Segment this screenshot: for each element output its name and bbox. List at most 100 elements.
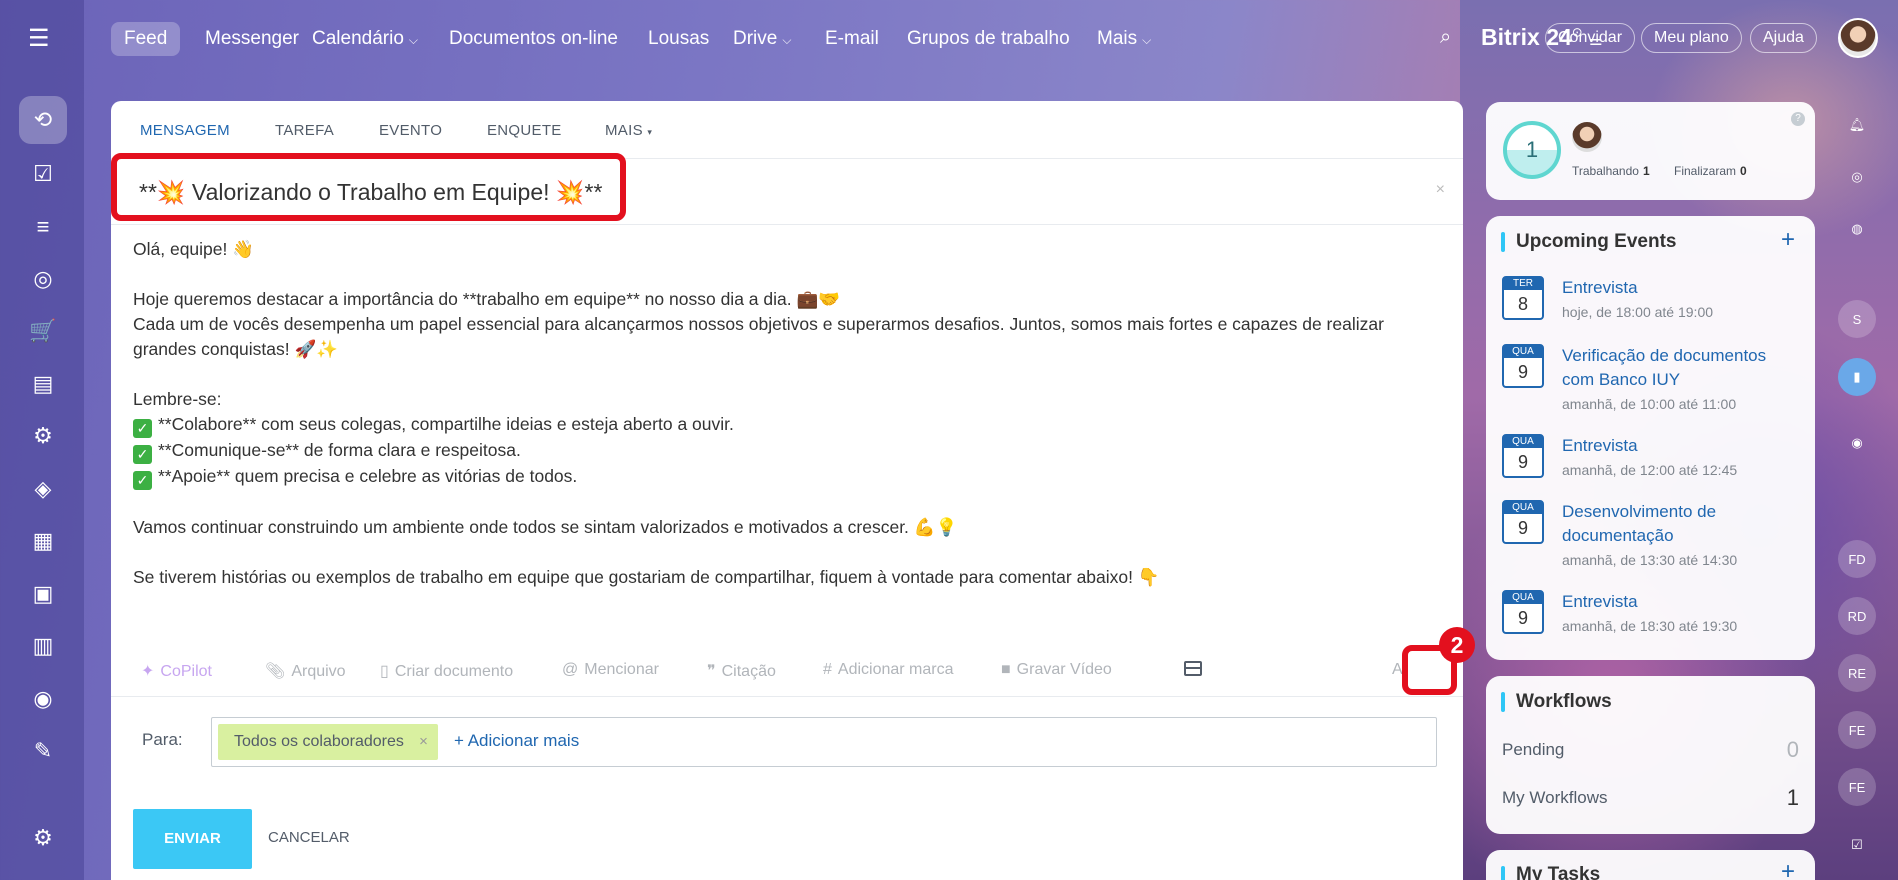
tab-more[interactable]: MAIS ▾ [605,122,652,139]
send-button[interactable]: ENVIAR [133,809,252,869]
nav-workgroups[interactable]: Grupos de trabalho [894,22,1083,56]
recipient-chip[interactable]: Todos os colaboradores × [218,724,438,760]
event-name[interactable]: Entrevista [1562,590,1802,614]
to-label: Para: [142,730,183,749]
settings-icon[interactable]: ⚙ [19,814,67,862]
nav-more[interactable]: Mais ⌵ [1084,22,1164,56]
event-name[interactable]: Verificação de documentos com Banco IUY [1562,344,1802,392]
contact-card-icon[interactable]: ▤ [19,360,67,408]
remove-icon[interactable]: × [419,724,428,760]
add-task-icon[interactable]: + [1781,858,1795,880]
create-document-button[interactable]: ▯ Criar documento [380,661,513,681]
copilot-button[interactable]: ✦ CoPilot [141,661,212,681]
calendar-date-icon: QUA 9 [1502,344,1544,388]
checklist-icon[interactable]: ☑ [1838,826,1876,864]
event-time: hoje, de 18:00 até 19:00 [1562,304,1714,320]
tasks-icon[interactable]: ☑ [19,150,67,198]
checklist-item: ✓ **Comunique-se** de forma clara e respe… [133,438,1443,464]
contact-avatar[interactable]: S [1838,300,1876,338]
contact-avatar[interactable]: RD [1838,597,1876,635]
event-time: amanhã, de 13:30 até 14:30 [1562,552,1738,568]
contact-avatar[interactable]: FE [1838,768,1876,806]
add-recipients-link[interactable]: + Adicionar mais [454,731,579,751]
document-sign-icon[interactable]: ✎ [19,727,67,775]
feed-icon[interactable]: ⟲ [19,96,67,144]
nav-calendar[interactable]: Calendário ⌵ [299,22,431,56]
pending-workflows-row[interactable]: Pending 0 [1502,737,1799,762]
quote-button[interactable]: ❞ Citação [707,661,776,681]
event-name[interactable]: Entrevista [1562,276,1802,300]
contact-avatar[interactable]: FE [1838,711,1876,749]
crm-funnel-icon[interactable]: ≡ [19,203,67,251]
toggle-panel-icon[interactable] [1184,661,1202,676]
cart-icon[interactable]: 🛒 [19,307,67,355]
target-icon[interactable]: ◎ [19,255,67,303]
contact-avatar[interactable]: RE [1838,654,1876,692]
tab-task[interactable]: TAREFA [275,122,334,139]
group-chat-icon[interactable]: ◉ [1838,424,1876,462]
chevron-down-icon: ⌵ [1142,33,1152,47]
avatar[interactable] [1572,122,1602,152]
event-name[interactable]: Desenvolvimento de documentação [1562,500,1802,548]
my-workflows-row[interactable]: My Workflows 1 [1502,785,1799,810]
copilot-icon[interactable]: ◎ [1838,158,1876,196]
message-body[interactable]: Olá, equipe! 👋 Hoje queremos destacar a … [133,237,1443,590]
section-accent [1501,232,1505,252]
warehouse-icon[interactable]: ▦ [19,517,67,565]
at-icon: @ [562,661,579,678]
box-icon[interactable]: ◈ [19,465,67,513]
help-button[interactable]: Ajuda [1750,23,1817,53]
nav-email[interactable]: E-mail [812,22,892,56]
nav-feed[interactable]: Feed [111,22,181,56]
robot-icon[interactable]: ⚙ [19,412,67,460]
checklist-item: ✓ **Apoie** quem precisa e celebre as vit… [133,464,1443,490]
close-icon[interactable]: × [1436,181,1445,199]
step-number-badge: 2 [1439,627,1475,663]
add-event-icon[interactable]: + [1781,226,1795,254]
checklist-item: ✓ **Colabore** com seus colegas, comparti… [133,412,1443,438]
tab-event[interactable]: EVENTO [379,122,442,139]
editor-toolbar: ✦ CoPilot 📎︎ Arquivo ▯ Criar documento @ Men… [111,639,1463,697]
cancel-button[interactable]: CANCELAR [268,829,350,846]
nav-messenger[interactable]: Messenger [192,22,312,56]
nav-online-documents[interactable]: Documentos on-line [436,22,631,56]
tab-message[interactable]: MENSAGEM [140,122,230,139]
mention-button[interactable]: @ Mencionar [562,661,659,679]
bell-icon[interactable]: 🔔︎ [1838,106,1876,144]
tab-poll[interactable]: ENQUETE [487,122,562,139]
sites-icon[interactable]: ◉ [19,675,67,723]
composer-tabs: MENSAGEM TAREFA EVENTO ENQUETE MAIS ▾ [111,101,1463,159]
record-video-button[interactable]: ■ Gravar Vídeo [1001,661,1112,679]
user-avatar[interactable] [1838,18,1878,58]
body-line: Cada um de vocês desempenha um papel ess… [133,314,1389,359]
body-line: Hoje queremos destacar a importância do … [133,289,841,309]
check-mark-icon: ✓ [133,445,152,464]
video-camera-icon: ■ [1001,661,1011,678]
attach-file-button[interactable]: 📎︎ Arquivo [265,661,346,681]
workflows-title: Workflows [1516,691,1612,712]
work-status-ring[interactable]: 1 [1503,121,1561,179]
analytics-icon[interactable]: ▥ [19,622,67,670]
events-title: Upcoming Events [1516,231,1677,252]
calendar-icon[interactable]: ▣ [19,570,67,618]
menu-icon[interactable]: ☰ [28,24,50,53]
event-time: amanhã, de 12:00 até 12:45 [1562,462,1738,478]
nav-drive[interactable]: Drive ⌵ [720,22,804,56]
chevron-down-icon: ⌵ [782,33,792,47]
nav-boards[interactable]: Lousas [635,22,722,56]
help-icon[interactable]: ? [1791,112,1805,126]
bookmark-icon[interactable]: ▮ [1838,358,1876,396]
quote-icon: ❞ [707,663,716,680]
body-line: Olá, equipe! 👋 [133,239,255,259]
event-name[interactable]: Entrevista [1562,434,1802,458]
add-tag-button[interactable]: # Adicionar marca [823,661,954,679]
upcoming-events-card: Upcoming Events + TER 8 Entrevista hoje, … [1486,216,1815,660]
contact-avatar[interactable]: FD [1838,540,1876,578]
workflows-card: Workflows Pending 0 My Workflows 1 [1486,676,1815,834]
invite-button[interactable]: Convidar [1545,23,1636,53]
my-plan-button[interactable]: Meu plano [1641,23,1742,53]
chat-icon[interactable]: ◍ [1838,210,1876,248]
search-icon[interactable]: ⌕ [1440,26,1451,49]
recipients-field[interactable]: Todos os colaboradores × + Adicionar mais [211,717,1437,767]
left-sidebar: ☰ ⟲ ☑ ≡ ◎ 🛒 ▤ ⚙ ◈ ▦ ▣ ▥ ◉ ✎ ⚙ [0,0,84,880]
